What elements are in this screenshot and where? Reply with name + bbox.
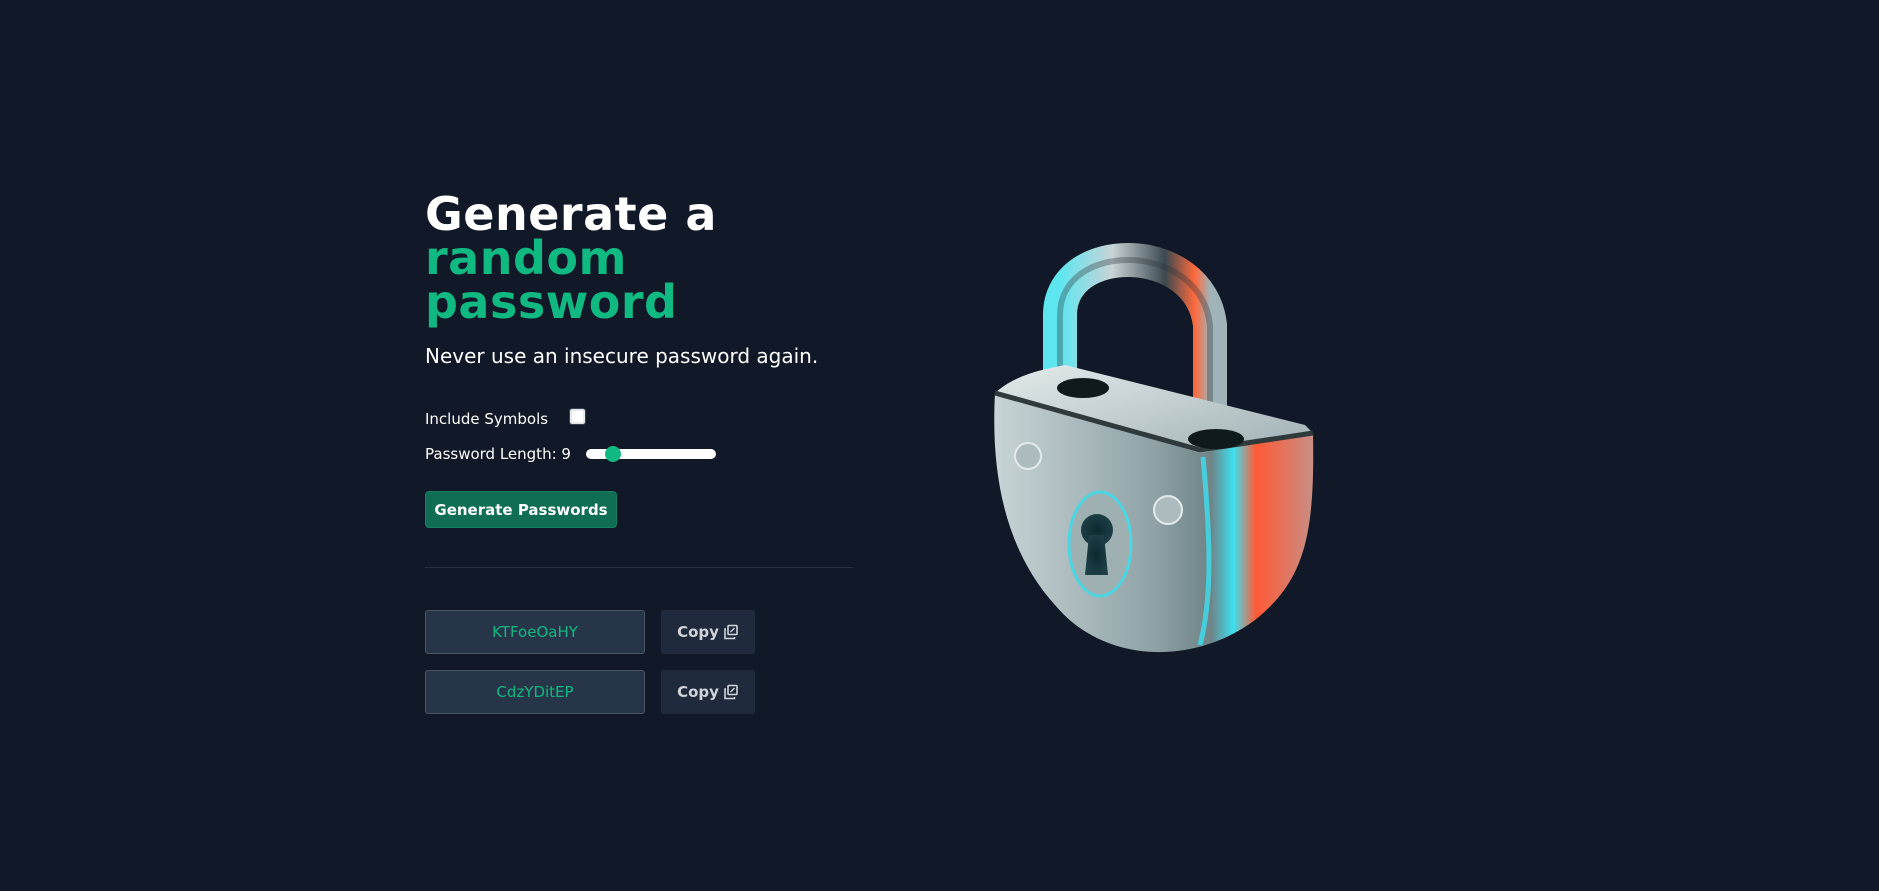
symbols-checkbox[interactable] xyxy=(569,407,587,425)
copy-icon xyxy=(724,684,738,700)
title-line-1: Generate a xyxy=(425,187,717,241)
password-row: KTFoeOaHY Copy xyxy=(425,610,755,654)
length-option: Password Length: 9 xyxy=(425,445,716,463)
password-field[interactable]: CdzYDitEP xyxy=(425,670,645,714)
symbols-option: Include Symbols xyxy=(425,407,587,428)
hero-section: Generate a random password Never use an … xyxy=(425,187,855,714)
copy-label: Copy xyxy=(677,683,719,701)
divider xyxy=(425,567,853,568)
generate-button[interactable]: Generate Passwords xyxy=(425,491,617,528)
password-row: CdzYDitEP Copy xyxy=(425,670,755,714)
padlock-illustration xyxy=(985,235,1325,665)
password-field[interactable]: KTFoeOaHY xyxy=(425,610,645,654)
length-slider-thumb[interactable] xyxy=(605,446,622,462)
symbols-label: Include Symbols xyxy=(425,410,549,428)
copy-button[interactable]: Copy xyxy=(661,610,755,654)
length-label: Password Length: 9 xyxy=(425,445,571,463)
title-line-2: random password xyxy=(425,231,678,329)
page: Generate a random password Never use an … xyxy=(0,0,1879,891)
copy-icon xyxy=(724,624,738,640)
copy-label: Copy xyxy=(677,623,719,641)
copy-button[interactable]: Copy xyxy=(661,670,755,714)
page-subtitle: Never use an insecure password again. xyxy=(425,344,819,368)
length-slider[interactable] xyxy=(585,446,716,462)
page-title: Generate a random password xyxy=(425,187,855,329)
